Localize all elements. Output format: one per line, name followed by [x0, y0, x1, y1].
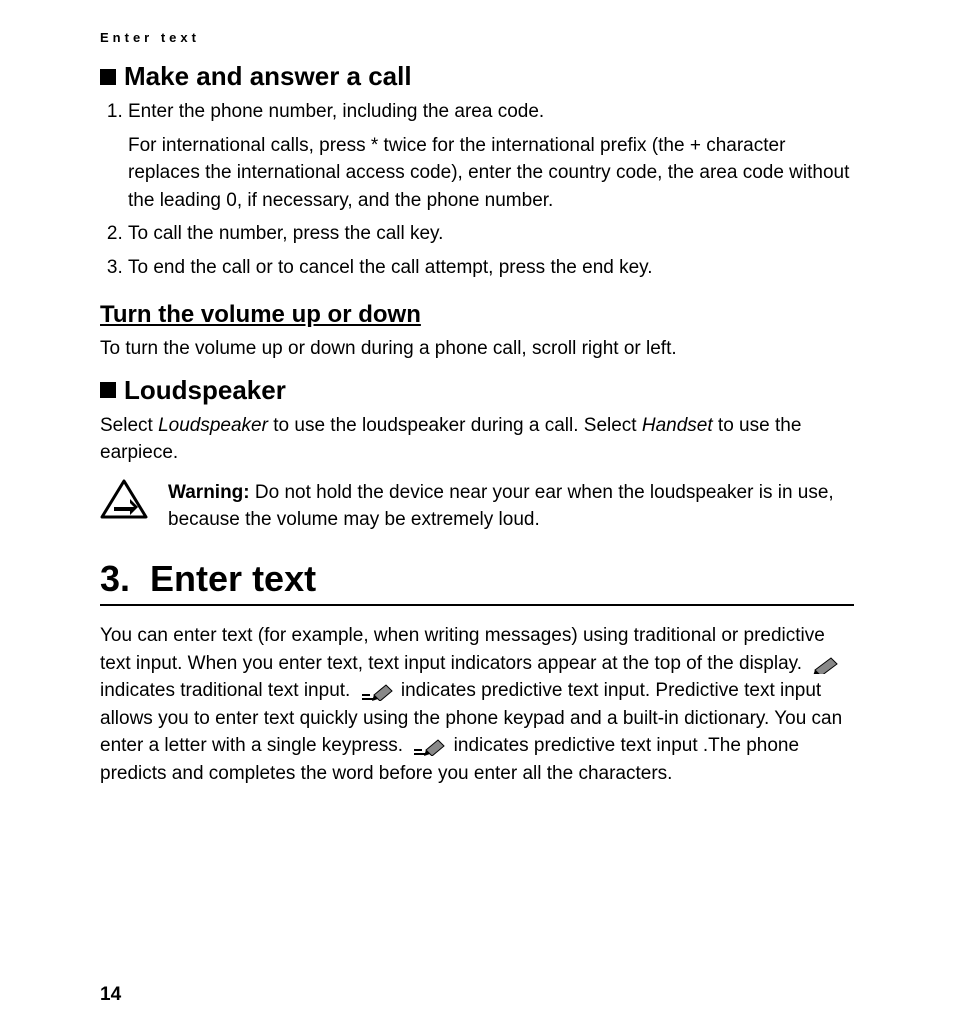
chapter-name: Enter text — [150, 558, 316, 599]
warning-icon — [100, 479, 148, 519]
italic-term: Handset — [642, 415, 713, 436]
section-heading-loudspeaker: Loudspeaker — [100, 375, 854, 406]
step-text: To call the number, press the call key. — [128, 223, 443, 244]
step-text: Enter the phone number, including the ar… — [128, 101, 544, 122]
section-heading-volume: Turn the volume up or down — [100, 301, 854, 329]
section-title-loudspeaker: Loudspeaker — [124, 375, 286, 406]
step-text: To end the call or to cancel the call at… — [128, 257, 653, 278]
text-fragment: indicates traditional text input. — [100, 680, 356, 701]
section-title-make-call: Make and answer a call — [124, 61, 412, 92]
running-header: Enter text — [100, 30, 854, 45]
predictive-pencil-icon — [360, 681, 392, 701]
step-item: To end the call or to cancel the call at… — [128, 254, 854, 282]
square-bullet-icon — [100, 69, 116, 85]
warning-body: Do not hold the device near your ear whe… — [168, 482, 834, 531]
step-item: To call the number, press the call key. — [128, 220, 854, 248]
steps-list: Enter the phone number, including the ar… — [100, 98, 854, 281]
text-fragment: to use the loudspeaker during a call. Se… — [268, 415, 642, 436]
body-loudspeaker: Select Loudspeaker to use the loudspeake… — [100, 412, 854, 467]
warning-text: Warning: Do not hold the device near you… — [168, 479, 854, 534]
pencil-icon — [811, 654, 843, 674]
step-item: Enter the phone number, including the ar… — [128, 98, 854, 214]
chapter-title: 3. Enter text — [100, 558, 854, 600]
square-bullet-icon — [100, 382, 116, 398]
chapter-rule — [100, 604, 854, 606]
step-subtext: For international calls, press * twice f… — [128, 132, 854, 215]
page-number: 14 — [100, 984, 121, 1006]
section-heading-make-call: Make and answer a call — [100, 61, 854, 92]
italic-term: Loudspeaker — [158, 415, 268, 436]
text-fragment: You can enter text (for example, when wr… — [100, 625, 825, 674]
chapter-number: 3. — [100, 558, 130, 599]
warning-label: Warning: — [168, 482, 250, 503]
predictive-pencil-icon — [412, 736, 444, 756]
body-volume: To turn the volume up or down during a p… — [100, 335, 854, 363]
body-enter-text: You can enter text (for example, when wr… — [100, 622, 854, 787]
text-fragment: Select — [100, 415, 158, 436]
warning-block: Warning: Do not hold the device near you… — [100, 479, 854, 534]
